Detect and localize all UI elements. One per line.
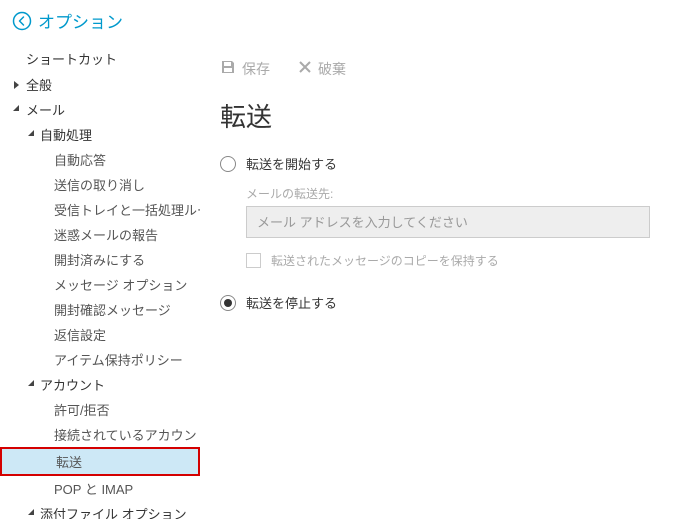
sidebar-mark-read[interactable]: 開封済みにする	[0, 247, 200, 272]
forward-to-input[interactable]	[246, 206, 650, 238]
page-title: 転送	[220, 97, 659, 134]
sidebar-junk-report[interactable]: 迷惑メールの報告	[0, 222, 200, 247]
sidebar-connected-accounts[interactable]: 接続されているアカウント	[0, 422, 200, 447]
discard-icon	[298, 60, 312, 78]
sidebar-message-options[interactable]: メッセージ オプション	[0, 272, 200, 297]
main-panel: 保存 破棄 転送 転送を開始する メールの転送先: 転送されたメッセージのコピー…	[200, 41, 679, 519]
stop-forward-label: 転送を停止する	[246, 293, 337, 312]
save-icon	[220, 59, 236, 79]
sidebar-mail[interactable]: メール	[0, 97, 200, 122]
sidebar: ショートカット 全般 メール 自動処理 自動応答 送信の取り消し 受信トレイと一…	[0, 41, 200, 519]
sidebar-shortcuts[interactable]: ショートカット	[0, 45, 200, 72]
back-icon[interactable]	[12, 11, 32, 31]
discard-button[interactable]: 破棄	[298, 59, 346, 79]
toolbar: 保存 破棄	[220, 59, 659, 79]
sidebar-retention[interactable]: アイテム保持ポリシー	[0, 347, 200, 372]
start-forward-label: 転送を開始する	[246, 154, 337, 173]
options-title: オプション	[38, 8, 123, 33]
sidebar-auto-processing[interactable]: 自動処理	[0, 122, 200, 147]
radio-stop-forward[interactable]	[220, 295, 236, 311]
sidebar-recall[interactable]: 送信の取り消し	[0, 172, 200, 197]
sidebar-forward[interactable]: 転送	[2, 449, 198, 474]
forward-to-label: メールの転送先:	[246, 185, 659, 202]
sidebar-read-receipt[interactable]: 開封確認メッセージ	[0, 297, 200, 322]
sidebar-auto-reply[interactable]: 自動応答	[0, 147, 200, 172]
sidebar-inbox-rules[interactable]: 受信トレイと一括処理ルール	[0, 197, 200, 222]
sidebar-allow-deny[interactable]: 許可/拒否	[0, 397, 200, 422]
sidebar-pop-imap[interactable]: POP と IMAP	[0, 476, 200, 501]
discard-label: 破棄	[318, 59, 346, 79]
keep-copy-label: 転送されたメッセージのコピーを保持する	[271, 252, 499, 269]
keep-copy-checkbox[interactable]	[246, 253, 261, 268]
save-label: 保存	[242, 59, 270, 79]
sidebar-general[interactable]: 全般	[0, 72, 200, 97]
sidebar-account[interactable]: アカウント	[0, 372, 200, 397]
sidebar-attachment-options[interactable]: 添付ファイル オプション	[0, 501, 200, 519]
sidebar-reply-settings[interactable]: 返信設定	[0, 322, 200, 347]
radio-start-forward[interactable]	[220, 156, 236, 172]
highlight-forward: 転送	[0, 447, 200, 476]
save-button[interactable]: 保存	[220, 59, 270, 79]
